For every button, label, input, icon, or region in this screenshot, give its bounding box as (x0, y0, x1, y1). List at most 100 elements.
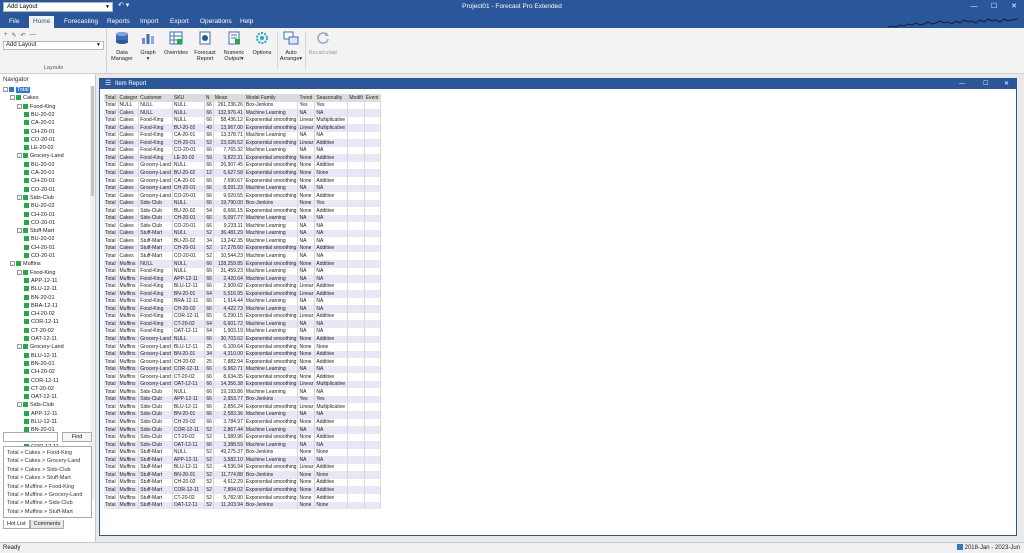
table-row[interactable]: Total Muffins Sids-Club CH-20-02 66 3,784.97 E… (104, 418, 381, 427)
tab-hot-list[interactable]: Hot List (3, 520, 30, 529)
table-row[interactable]: Total Cakes Grocery-Land CH-20-01 66 8,091.23… (104, 184, 381, 193)
table-row[interactable]: Total Muffins Sids-Club NULL 66 19,193.86 Mach… (104, 388, 381, 396)
table-row[interactable]: Total Cakes Stuff-Mart CH-20-01 52 17,278.60 E… (104, 244, 381, 253)
table-row[interactable]: Total Muffins Food-King BN-20-01 64 5,516.95 E… (104, 290, 381, 298)
table-row[interactable]: Total Cakes Food-King NULL 66 58,436.12 Expone… (104, 116, 381, 125)
hot-list-item[interactable]: Total > Muffins > Stuff-Mart (7, 508, 73, 516)
table-row[interactable]: Total Muffins Grocery-Land OAT-12-11 66 14,35… (104, 380, 381, 389)
table-row[interactable]: Total Muffins Stuff-Mart OAT-12-11 52 11,203.… (104, 501, 381, 510)
tree-node[interactable]: - Food-King (17, 269, 55, 277)
table-row[interactable]: Total Muffins Grocery-Land BLU-12-11 25 6,109… (104, 343, 381, 351)
tree-node[interactable]: - Food-King (17, 103, 55, 111)
hot-list-item[interactable]: Total > Cakes > Grocery-Land (7, 457, 80, 465)
tree-node[interactable]: CH-20-02 (24, 310, 55, 318)
hamburger-menu-icon[interactable]: ☰ (105, 79, 111, 89)
column-header[interactable]: Categor (118, 94, 140, 102)
tree-expander-icon[interactable]: - (17, 228, 22, 234)
menu-file[interactable]: File (5, 16, 23, 28)
tree-node[interactable]: - Grocery-Land (17, 152, 64, 160)
table-row[interactable]: Total Cakes Food-King LE-20-02 59 9,822.31 Exp… (104, 154, 381, 162)
tree-node[interactable]: COR-12-11 (24, 377, 59, 385)
table-row[interactable]: Total Cakes Food-King CH-20-01 52 23,026.52 Ex… (104, 139, 381, 147)
remove-icon[interactable]: — (30, 32, 36, 39)
table-row[interactable]: Total Muffins Sids-Club CT-20-02 52 1,989.96 E… (104, 433, 381, 442)
table-row[interactable]: Total Muffins Sids-Club APP-12-11 66 2,953.77… (104, 395, 381, 404)
tree-node[interactable]: CT-20-02 (24, 385, 54, 393)
table-row[interactable]: Total Cakes Food-King CO-20-01 66 7,765.32 Mac… (104, 146, 381, 155)
menu-forecasting[interactable]: Forecasting (60, 16, 102, 28)
tree-node[interactable]: CA-20-01 (24, 169, 55, 177)
scrollbar-thumb[interactable] (91, 86, 94, 196)
tree-node[interactable]: CH-20-02 (24, 368, 55, 376)
table-row[interactable]: Total Muffins Stuff-Mart BN-20-01 52 11,774.8… (104, 471, 381, 479)
menu-help[interactable]: Help (236, 16, 257, 28)
tree-node[interactable]: APP-12-11 (24, 410, 58, 418)
table-row[interactable]: Total Cakes Grocery-Land CA-20-01 66 7,690.67… (104, 177, 381, 185)
tree-node[interactable]: CH-20-01 (24, 244, 55, 252)
tree-node[interactable]: CO-20-01 (24, 186, 55, 194)
edit-icon[interactable]: ✎ (12, 32, 17, 39)
tree-node[interactable]: CH-20-01 (24, 211, 55, 219)
add-icon[interactable]: + (4, 32, 8, 39)
tree-node[interactable]: - Grocery-Land (17, 343, 64, 351)
column-header[interactable]: Event (364, 94, 381, 102)
hot-list-item[interactable]: Total > Muffins > Grocery-Land (7, 491, 82, 499)
hot-list-item[interactable]: Total > Cakes > Stuff-Mart (7, 474, 71, 482)
table-row[interactable]: Total Muffins Grocery-Land CH-20-02 25 7,882.… (104, 358, 381, 366)
table-row[interactable]: Total Cakes Food-King CA-20-01 66 13,378.71 Ma… (104, 131, 381, 140)
table-row[interactable]: Total Muffins Grocery-Land CT-20-02 66 8,634.… (104, 373, 381, 381)
tab-comments[interactable]: Comments (29, 520, 65, 529)
hot-list-item[interactable]: Total > Cakes > Sids-Club (7, 466, 71, 474)
hot-list-item[interactable]: Total > Cakes > Food-King (7, 449, 72, 457)
table-row[interactable]: Total Cakes Stuff-Mart BU-20-02 34 13,242.35 M… (104, 237, 381, 245)
tree-expander-icon[interactable]: - (17, 194, 22, 200)
column-header[interactable]: SKU (172, 94, 205, 102)
tree-node[interactable]: BLU-12-11 (24, 352, 57, 360)
tree-node[interactable]: CO-20-01 (24, 219, 55, 227)
find-button[interactable]: Find (62, 432, 92, 442)
tree-node[interactable]: BU-20-02 (24, 202, 55, 210)
tree-expander-icon[interactable]: - (17, 103, 22, 109)
table-row[interactable]: Total Muffins Sids-Club BN-20-01 66 2,583.36 M… (104, 410, 381, 419)
tree-node[interactable]: CO-20-01 (24, 136, 55, 144)
numeric-output-button[interactable]: Numeric Output▾ (221, 31, 247, 63)
layout-dropdown[interactable]: Add Layout ▼ (3, 41, 104, 50)
maximize-button[interactable]: ☐ (984, 0, 1004, 14)
column-header[interactable]: Model Family (244, 94, 299, 102)
tree-expander-icon[interactable]: - (17, 344, 22, 350)
table-row[interactable]: Total Muffins Sids-Club OAT-12-11 66 3,388.59… (104, 441, 381, 449)
tree-node[interactable]: BU-20-02 (24, 111, 55, 119)
tree-node[interactable]: CA-20-01 (24, 119, 55, 127)
table-row[interactable]: Total Muffins Food-King CT-20-02 64 6,601.72 M… (104, 320, 381, 328)
tree-expander-icon[interactable]: - (17, 153, 22, 159)
table-row[interactable]: Total Muffins Grocery-Land COR-12-11 66 6,962… (104, 365, 381, 374)
tree-node[interactable]: LE-20-02 (24, 144, 54, 152)
tree-node[interactable]: CH-20-01 (24, 128, 55, 136)
table-row[interactable]: Total Muffins Food-King COR-12-11 65 6,290.15… (104, 312, 381, 321)
table-row[interactable]: Total Muffins Stuff-Mart CT-20-02 52 5,782.90… (104, 493, 381, 502)
overrides-button[interactable]: Overrides (163, 31, 189, 56)
tree-node[interactable]: COR-12-11 (24, 318, 59, 326)
tree-expander-icon[interactable]: - (3, 87, 8, 93)
table-row[interactable]: Total Muffins NULL NULL 66 128,259.85 Exponent… (104, 260, 381, 268)
hot-list-item[interactable]: Total > Muffins > Sids-Club (7, 499, 73, 507)
tree-node[interactable]: BN-20-01 (24, 360, 55, 368)
report-close-button[interactable]: ✕ (1004, 79, 1009, 89)
tree-node[interactable]: BLU-12-11 (24, 418, 57, 426)
table-row[interactable]: Total Cakes Food-King BU-20-02 49 13,967.00 Ex… (104, 124, 381, 132)
tree-node[interactable]: - Cakes (10, 94, 39, 102)
tree-node[interactable]: - Total (3, 86, 30, 94)
menu-export[interactable]: Export (166, 16, 193, 28)
graph-button[interactable]: Graph ▾ (137, 31, 159, 63)
column-header[interactable]: Trend (297, 94, 316, 102)
undo-icon[interactable]: ↶ (21, 32, 26, 39)
tree-node[interactable]: BRA-12-11 (24, 302, 58, 310)
tree-expander-icon[interactable]: - (10, 261, 15, 267)
tree-node[interactable]: OAT-12-11 (24, 393, 57, 401)
tree-node[interactable]: BU-20-02 (24, 235, 55, 243)
table-row[interactable]: Total Muffins Sids-Club COR-12-11 52 2,867.44… (104, 426, 381, 434)
tree-expander-icon[interactable]: - (17, 269, 22, 275)
data-manager-button[interactable]: Data Manager (110, 31, 134, 63)
tree-node[interactable]: - Muffins (10, 260, 41, 268)
table-row[interactable]: Total Muffins Food-King BRA-12-11 66 1,914.44… (104, 297, 381, 306)
